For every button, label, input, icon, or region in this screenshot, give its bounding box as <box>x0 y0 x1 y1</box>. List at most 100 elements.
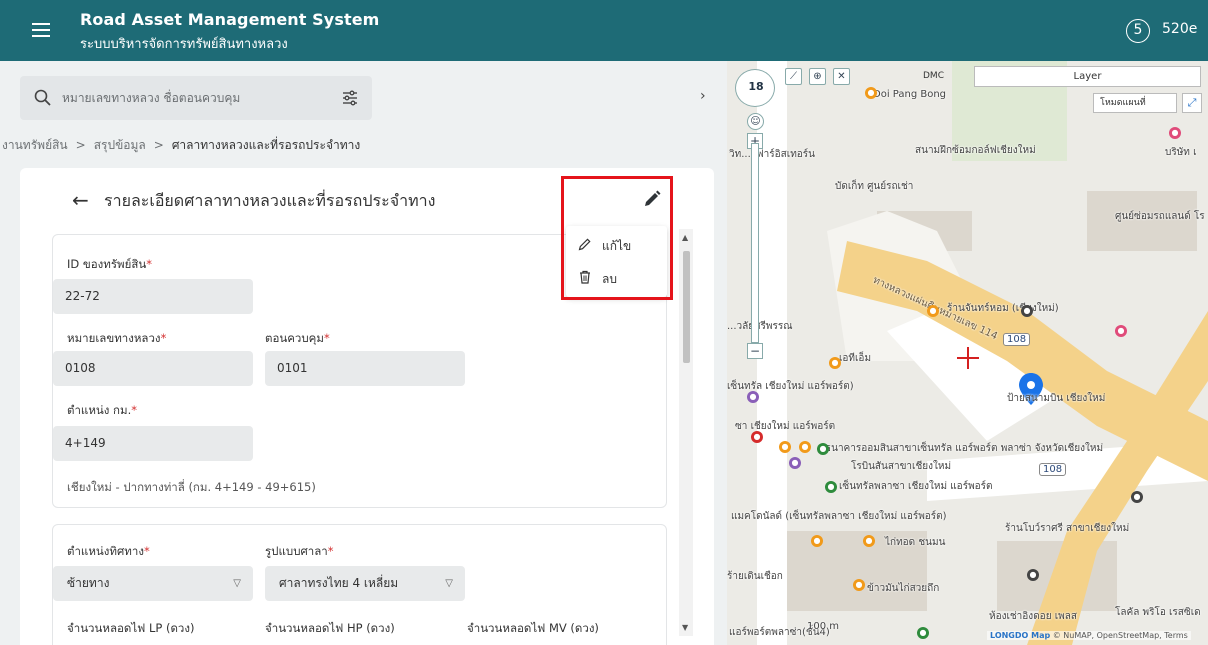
poi-place-icon[interactable]: ● <box>1027 569 1039 581</box>
map-pane[interactable]: Doi Pang Bong สนามฝึกซ้อมกอล์ฟเชียงใหม่ … <box>727 61 1208 645</box>
poi-food-icon[interactable]: ● <box>863 535 875 547</box>
map-label-resort: วิท...ยฟาร์อิสเทอร์น <box>729 149 816 160</box>
shelter-type-select[interactable]: ศาลาทรงไทย 4 เหลี่ยม ▽ <box>265 566 465 601</box>
map-label-bucket: บัดเก็ท ศูนย์รถเช่า <box>835 181 914 192</box>
breadcrumb-item-summary[interactable]: สรุปข้อมูล <box>94 138 146 152</box>
map-label-doi-pang-bong: Doi Pang Bong <box>873 89 947 100</box>
notification-badge[interactable]: 5 <box>1126 19 1150 43</box>
map-label-gsb: ธนาคารออมสินสาขาเซ็นทรัล แอร์พอร์ต พลาซ่… <box>825 443 1104 454</box>
user-code[interactable]: 520e <box>1162 21 1197 37</box>
map-clear-tool-icon[interactable]: ✕ <box>833 68 850 85</box>
highway-no-field[interactable]: 0108 <box>53 351 253 386</box>
shelter-type-label: รูปแบบศาลา* <box>265 544 334 558</box>
edit-pencil-icon[interactable] <box>643 190 661 208</box>
menu-hamburger-icon[interactable] <box>32 23 50 37</box>
km-position-field[interactable]: 4+149 <box>53 426 253 461</box>
map-layer-select[interactable]: Layer <box>974 66 1201 87</box>
map-label-central-plaza: เซ็นทรัลพลาซา เชียงใหม่ แอร์พอร์ต <box>839 481 993 492</box>
longdo-map-brand[interactable]: LONGDO Map <box>990 631 1050 640</box>
highway-no-label: หมายเลขทางหลวง* <box>67 331 167 345</box>
app-header: Road Asset Management System ระบบบริหารจ… <box>0 0 1208 61</box>
shelter-info-card: ตำแหน่งทิศทาง* ซ้ายทาง ▽ รูปแบบศาลา* ศาลา… <box>52 524 667 645</box>
map-label-doi-phet: ห้องเช่าอิงดอย เพลส <box>989 611 1077 622</box>
poi-place-icon[interactable]: ● <box>1021 305 1033 317</box>
map-attribution: LONGDO Map © NuMAP, OpenStreetMap, Terms <box>987 631 1191 640</box>
direction-value: ซ้ายทาง <box>67 576 110 590</box>
asset-id-label: ID ของทรัพย์สิน* <box>67 257 152 271</box>
search-input[interactable] <box>62 88 332 108</box>
control-section-field[interactable]: 0101 <box>265 351 465 386</box>
poi-service-icon[interactable]: ● <box>789 457 801 469</box>
poi-place-icon[interactable]: ● <box>1131 491 1143 503</box>
menu-item-delete[interactable]: ลบ <box>566 261 667 295</box>
control-section-label: ตอนควบคุม* <box>265 331 330 345</box>
map-label-golf: สนามฝึกซ้อมกอล์ฟเชียงใหม่ <box>915 145 1036 156</box>
map-label-walking: ร้ายเดินเชือก <box>727 571 783 582</box>
menu-item-edit[interactable]: แก้ไข <box>566 228 667 262</box>
detail-title: รายละเอียดศาลาทางหลวงและที่รอรถประจำทาง <box>104 191 436 210</box>
map-label-bowrasri: ร้านโบว์ราศรี สาขาเชียงใหม่ <box>1005 523 1130 534</box>
lp-lamps-label: จำนวนหลอดไฟ LP (ดวง) <box>67 621 195 635</box>
menu-item-delete-label: ลบ <box>602 272 617 286</box>
map-zoom-slider[interactable] <box>751 143 759 343</box>
shelter-type-value: ศาลาทรงไทย 4 เหลี่ยม <box>279 576 399 590</box>
map-label-central-airport: เซ็นทรัล เชียงใหม่ แอร์พอร์ต) <box>727 381 854 392</box>
map-street-view-icon[interactable]: ☺ <box>747 113 764 130</box>
poi-service-icon[interactable]: ● <box>747 391 759 403</box>
poi-food-icon[interactable]: ● <box>799 441 811 453</box>
pencil-icon <box>578 238 591 251</box>
km-position-label: ตำแหน่ง กม.* <box>67 403 137 417</box>
map-dmc-button[interactable]: DMC <box>923 71 944 81</box>
poi-shop-icon[interactable]: ● <box>1169 127 1181 139</box>
map-scale-label: 100 m <box>807 621 840 632</box>
collapse-panel-chevron-icon[interactable]: › <box>700 88 706 104</box>
map-label-airport-sign: ป้ายสนามบิน เชียงใหม่ <box>1007 393 1106 404</box>
poi-bank-icon[interactable]: ● <box>751 431 763 443</box>
section-description: เชียงใหม่ - ปากทางท่าลี่ (กม. 4+149 - 49… <box>67 480 316 494</box>
map-zoom-box-tool-icon[interactable]: ⊕ <box>809 68 826 85</box>
map-basemap-select[interactable]: โหมดแผนที่ <box>1093 93 1177 113</box>
breadcrumb-item-assets[interactable]: งานทรัพย์สิน <box>2 138 68 152</box>
poi-food-icon[interactable]: ● <box>927 305 939 317</box>
poi-store-icon[interactable]: ● <box>817 443 829 455</box>
map-label-kaitod: ไก่ทอด ชนมน <box>885 537 946 548</box>
map-label-khao-man-kai: ข้าวมันไก่สวยถึก <box>867 583 940 594</box>
map-label-airport-plaza: ซา เชียงใหม่ แอร์พอร์ต <box>735 421 836 432</box>
search-icon <box>34 89 51 106</box>
map-attribution-text[interactable]: © NuMAP, OpenStreetMap, Terms <box>1053 631 1188 640</box>
poi-store-icon[interactable]: ● <box>917 627 929 639</box>
map-label-company: บริษัท เ <box>1165 147 1197 158</box>
scrollbar-thumb[interactable] <box>683 251 690 363</box>
map-label-school: โรบินสันสาขาเชียงใหม่ <box>851 461 952 472</box>
map-label-mcdonalds: แมคโดนัลด์ (เซ็นทรัลพลาซา เชียงใหม่ แอร์… <box>731 511 947 522</box>
map-label-service-center: ศูนย์ซ่อมรถแลนด์ โร <box>1115 211 1205 222</box>
action-menu: แก้ไข ลบ <box>566 226 667 297</box>
map-zoom-out-button[interactable]: − <box>747 343 763 359</box>
scroll-up-arrow-icon[interactable]: ▲ <box>682 233 688 242</box>
breadcrumb-separator: > <box>153 138 164 152</box>
map-label-atm: เอทีเอ็ม <box>839 353 872 364</box>
search-box <box>20 76 372 120</box>
poi-food-icon[interactable]: ● <box>853 579 865 591</box>
asset-id-field[interactable]: 22-72 <box>53 279 253 314</box>
map-label-route-108-a: 108 <box>1003 333 1031 346</box>
map-zoom-compass[interactable]: 18 <box>735 69 775 107</box>
detail-scrollbar[interactable]: ▲ ▼ <box>679 229 693 636</box>
breadcrumb-separator: > <box>75 138 86 152</box>
map-measure-tool-icon[interactable]: ⟋ <box>785 68 802 85</box>
map-fullscreen-icon[interactable]: ⤢ <box>1182 93 1202 113</box>
filter-sliders-icon[interactable] <box>341 89 359 107</box>
poi-food-icon[interactable]: ● <box>779 441 791 453</box>
poi-food-icon[interactable]: ● <box>811 535 823 547</box>
direction-select[interactable]: ซ้ายทาง ▽ <box>53 566 253 601</box>
menu-item-edit-label: แก้ไข <box>602 239 632 253</box>
poi-food-icon[interactable]: ● <box>865 87 877 99</box>
app-title: Road Asset Management System <box>80 10 380 29</box>
scroll-down-arrow-icon[interactable]: ▼ <box>682 623 688 632</box>
back-arrow-icon[interactable]: ← <box>72 188 89 212</box>
map-zoom-level: 18 <box>748 80 764 93</box>
poi-store-icon[interactable]: ● <box>825 481 837 493</box>
poi-food-icon[interactable]: ● <box>829 357 841 369</box>
poi-shop-icon[interactable]: ● <box>1115 325 1127 337</box>
map-label-route-108-b: 108 <box>1039 463 1067 476</box>
